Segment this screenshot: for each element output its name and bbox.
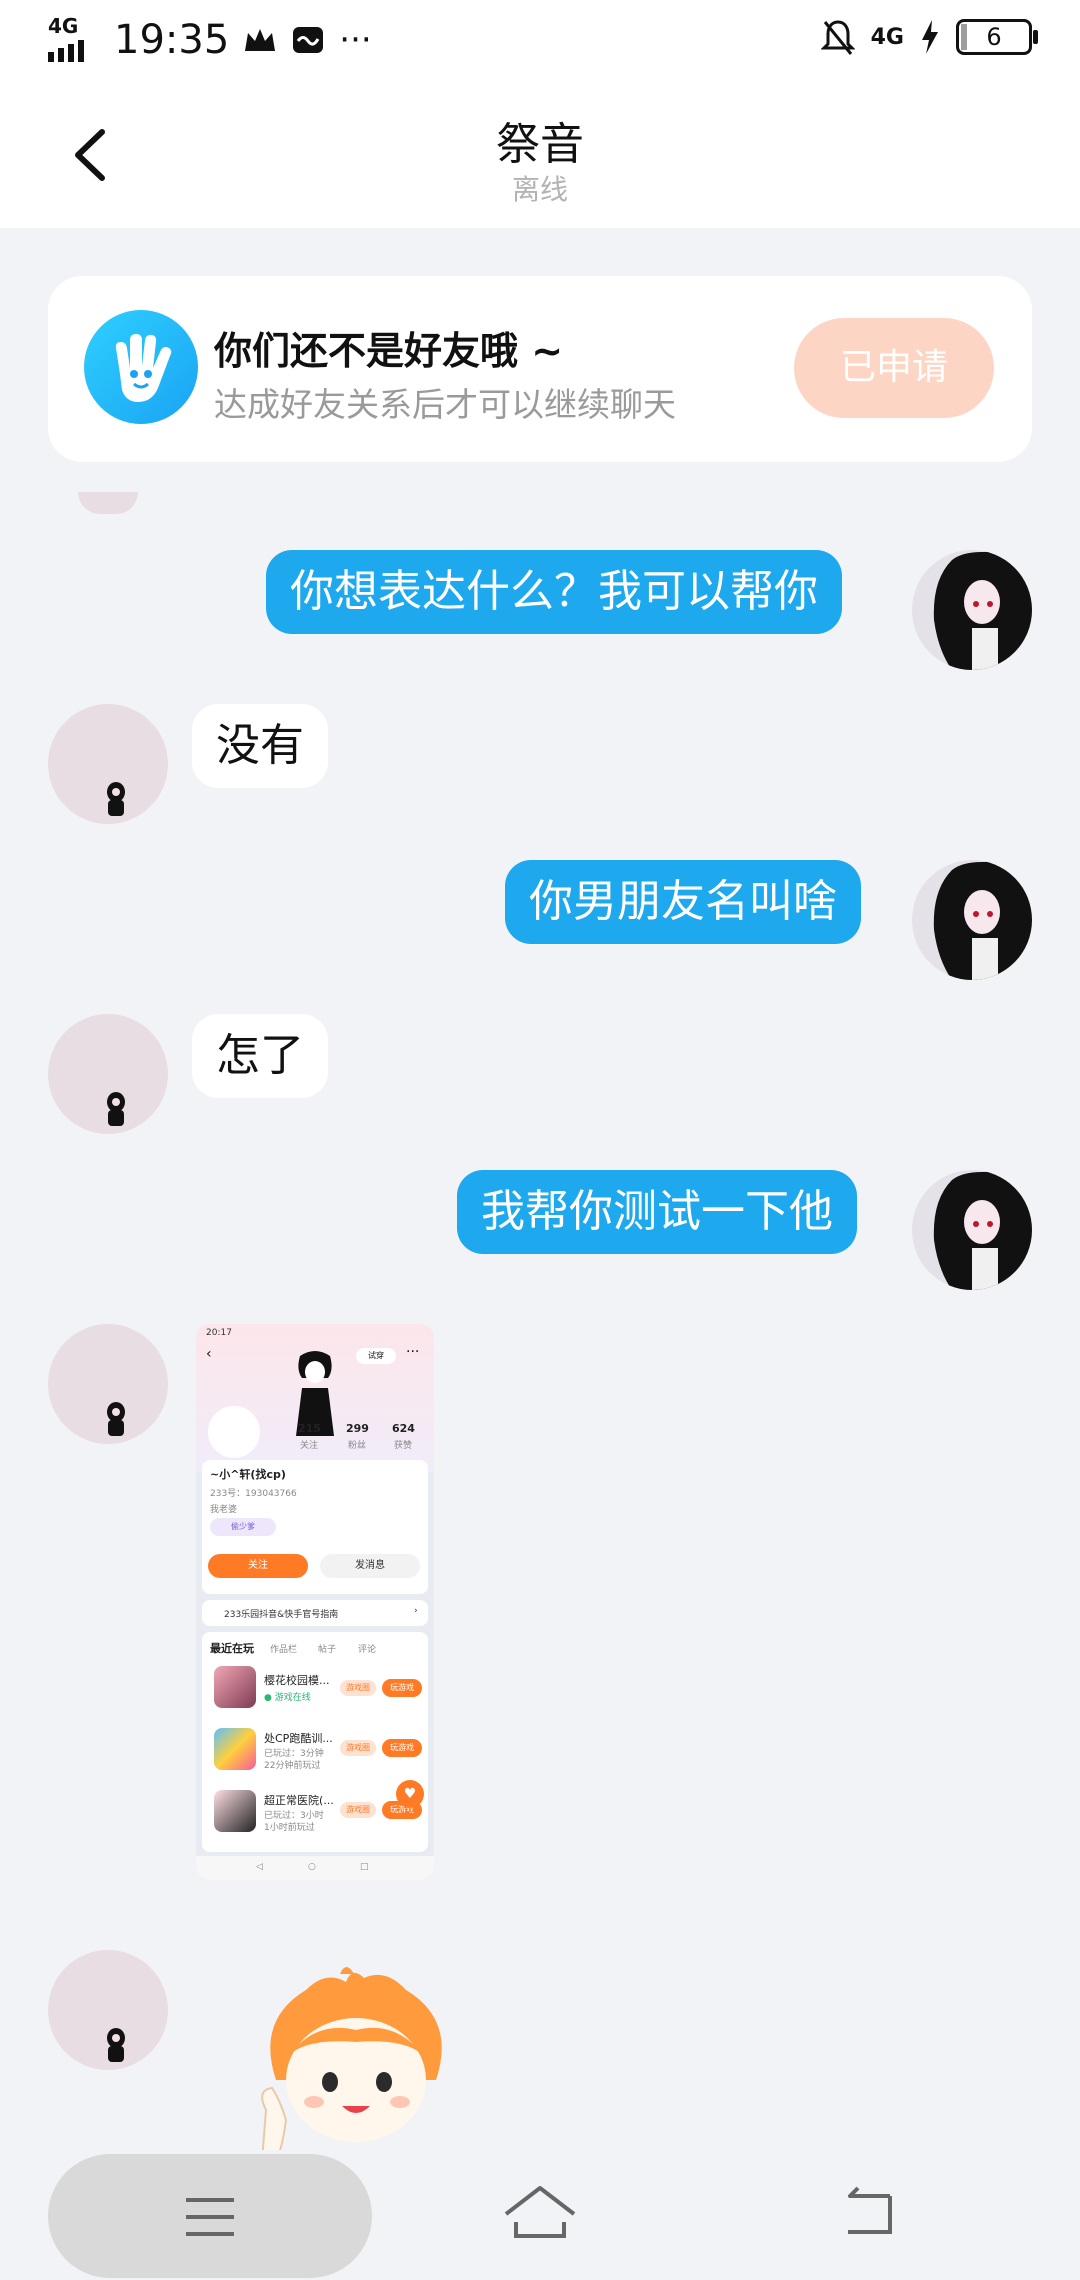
shot-games-card: 最近在玩 作品栏 帖子 评论 樱花校园模... ● 游戏在线 游戏圈 玩游戏 处… xyxy=(202,1632,428,1852)
bell-muted-icon xyxy=(820,20,855,55)
sticker-message[interactable] xyxy=(236,1960,476,2161)
return-icon xyxy=(848,2186,892,2234)
wave-hand-icon xyxy=(84,310,198,424)
chat-header: 祭音 离线 xyxy=(0,80,1080,228)
shot-tab: 作品栏 xyxy=(270,1645,298,1655)
friend-notice-title: 你们还不是好友哦 ~ xyxy=(214,329,564,373)
game-name: 樱花校园模... xyxy=(264,1674,330,1687)
menu-icon xyxy=(186,2198,234,2236)
shot-id: 233号：193043766 xyxy=(210,1489,297,1499)
online-status: 离线 xyxy=(511,173,568,206)
stat-label: 关注 xyxy=(300,1441,319,1451)
game-name: 超正常医院(... xyxy=(264,1794,334,1807)
game-circle-button: 游戏圈 xyxy=(340,1802,376,1818)
stat-value: 215 xyxy=(298,1422,321,1435)
home-button[interactable] xyxy=(498,2180,582,2250)
shot-tab: 最近在玩 xyxy=(210,1642,254,1655)
my-avatar[interactable] xyxy=(912,550,1032,670)
shot-follow-button: 关注 xyxy=(208,1554,308,1578)
status-right: 4G 6 xyxy=(820,18,1038,56)
network-type: 4G xyxy=(48,14,79,38)
contact-avatar[interactable] xyxy=(48,704,168,824)
game-icon xyxy=(214,1728,256,1770)
game-circle-button: 游戏圈 xyxy=(340,1740,376,1756)
network-type-right: 4G xyxy=(870,24,904,50)
message-bubble-incoming[interactable]: 怎了 xyxy=(192,1014,328,1098)
crown-icon xyxy=(245,29,276,51)
message-bubble-incoming[interactable]: 没有 xyxy=(192,704,328,788)
stat-label: 粉丝 xyxy=(348,1441,367,1451)
stat-label: 获赞 xyxy=(394,1441,413,1451)
home-icon xyxy=(504,2186,576,2238)
friend-request-card: 你们还不是好友哦 ~ 达成好友关系后才可以继续聊天 已申请 xyxy=(48,276,1032,462)
game-name: 处CP跑酷训... xyxy=(264,1732,333,1745)
status-left: 4G 19:35 ··· xyxy=(48,14,372,66)
clipped-avatar-edge xyxy=(78,492,138,514)
shot-banner-text: 233乐园抖音&快手官号指南 xyxy=(224,1610,339,1620)
my-avatar[interactable] xyxy=(912,860,1032,980)
shared-image-message[interactable]: 20:17 ‹ 试穿 ··· 215 关注 299 粉丝 624 获赞 ~小^轩… xyxy=(196,1324,434,1880)
battery-icon: 6 xyxy=(956,19,1038,55)
contact-avatar[interactable] xyxy=(48,1324,168,1444)
contact-avatar[interactable] xyxy=(48,1950,168,2070)
shot-bio: 我老婆 xyxy=(210,1505,238,1515)
shot-try-on-button: 试穿 xyxy=(356,1348,396,1364)
applied-button[interactable]: 已申请 xyxy=(794,318,994,418)
back-nav-button[interactable] xyxy=(834,2180,904,2250)
app-notification-icon xyxy=(293,27,324,53)
shot-like-count: 402 xyxy=(400,1810,416,1819)
shot-username: ~小^轩(找cp) xyxy=(210,1468,286,1481)
message-bubble-outgoing[interactable]: 你男朋友名叫啥 xyxy=(505,860,861,944)
game-status: ● 游戏在线 xyxy=(264,1693,311,1703)
battery-level: 6 xyxy=(986,23,1002,51)
game-circle-button: 游戏圈 xyxy=(340,1680,376,1696)
status-bar: 4G 19:35 ··· 4G 6 xyxy=(0,0,1080,80)
shot-banner: 233乐园抖音&快手官号指南 › xyxy=(202,1600,428,1626)
shot-tab: 评论 xyxy=(358,1645,377,1655)
shot-back-icon: ‹ xyxy=(206,1346,212,1362)
game-last-played: 1小时前玩过 xyxy=(264,1823,315,1833)
play-game-button: 玩游戏 xyxy=(382,1739,422,1757)
shot-tab: 帖子 xyxy=(318,1645,337,1655)
game-icon xyxy=(214,1666,256,1708)
message-bubble-outgoing[interactable]: 我帮你测试一下他 xyxy=(457,1170,857,1254)
play-game-button: 玩游戏 xyxy=(382,1679,422,1697)
shot-profile-avatar xyxy=(208,1406,260,1458)
page-title: 祭音 xyxy=(496,119,584,170)
shot-like-fab: ♥ xyxy=(396,1780,424,1808)
shot-message-button: 发消息 xyxy=(320,1554,420,1578)
system-nav-bar xyxy=(0,2150,1080,2280)
shot-nav-bar: ◁ ○ □ xyxy=(196,1856,434,1880)
game-icon xyxy=(214,1790,256,1832)
stat-value: 624 xyxy=(392,1422,415,1435)
shot-tag: 偷少爹 xyxy=(210,1518,276,1536)
shot-more-icon: ··· xyxy=(406,1344,420,1360)
more-notifications-icon: ··· xyxy=(339,20,372,60)
charging-icon xyxy=(922,20,938,54)
message-bubble-outgoing[interactable]: 你想表达什么？我可以帮你 xyxy=(266,550,842,634)
shot-profile-card: ~小^轩(找cp) 233号：193043766 我老婆 偷少爹 关注 发消息 xyxy=(202,1460,428,1594)
status-time: 19:35 xyxy=(114,17,230,63)
menu-button[interactable] xyxy=(48,2154,372,2278)
contact-avatar[interactable] xyxy=(48,1014,168,1134)
stat-value: 299 xyxy=(346,1422,369,1435)
shot-status-time: 20:17 xyxy=(206,1328,232,1338)
game-last-played: 22分钟前玩过 xyxy=(264,1761,321,1771)
my-avatar[interactable] xyxy=(912,1170,1032,1290)
friend-notice-subtitle: 达成好友关系后才可以继续聊天 xyxy=(214,385,676,424)
signal-icon: 4G xyxy=(48,14,100,66)
